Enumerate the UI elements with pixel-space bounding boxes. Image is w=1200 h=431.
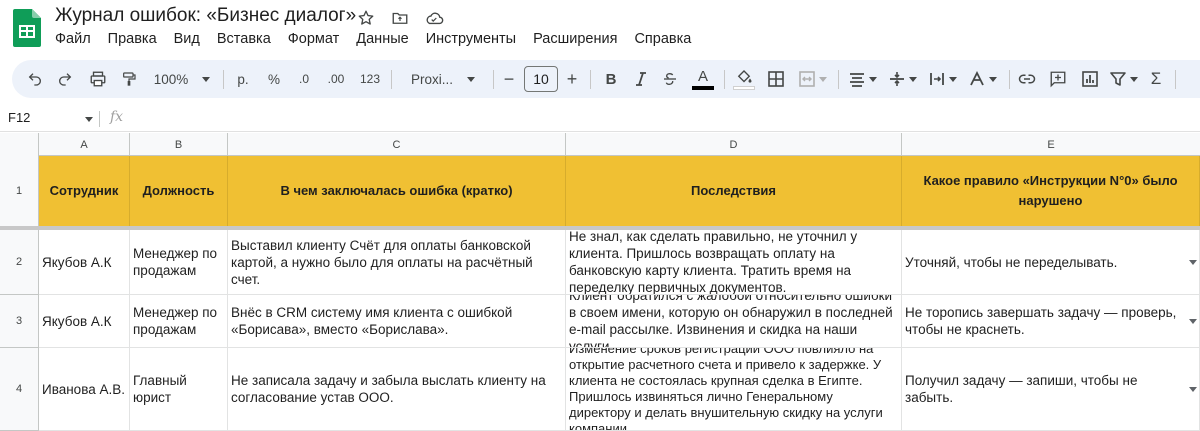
cell-e3[interactable]: Не торопись завершать задачу — проверь, … [902, 295, 1200, 348]
increase-decimal-button[interactable]: .00 [323, 60, 349, 98]
name-box-dropdown-icon[interactable] [85, 117, 93, 122]
menu-format[interactable]: Формат [288, 31, 340, 47]
cell-d4[interactable]: Изменение сроков регистрации ООО повлиял… [566, 348, 902, 431]
fill-color-swatch [733, 85, 755, 90]
fill-color-icon[interactable] [732, 60, 756, 98]
menu-data[interactable]: Данные [356, 31, 408, 47]
insert-chart-icon[interactable] [1078, 60, 1102, 98]
text-color-button[interactable]: A [691, 60, 715, 98]
cell-c2[interactable]: Выставил клиенту Счёт для оплаты банковс… [228, 230, 566, 295]
cell-e4[interactable]: Получил задачу — запиши, чтобы не забыть… [902, 348, 1200, 431]
currency-format-button[interactable]: р. [233, 60, 253, 98]
menu-extensions[interactable]: Расширения [533, 31, 617, 47]
column-header-c[interactable]: C [228, 133, 566, 156]
zoom-select[interactable]: 100% [152, 60, 212, 98]
formula-input[interactable] [132, 109, 1192, 129]
header-cell-rule[interactable]: Какое правило «Инструкции N°0» было нару… [902, 156, 1200, 226]
cell-c4[interactable]: Не записала задачу и забыла выслать клие… [228, 348, 566, 431]
name-box[interactable]: F12 [8, 110, 30, 125]
menu-insert[interactable]: Вставка [217, 31, 271, 47]
text-wrap-icon[interactable] [926, 60, 960, 98]
menu-bar: Файл Правка Вид Вставка Формат Данные Ин… [55, 31, 708, 47]
header-cell-consequences[interactable]: Последствия [566, 156, 902, 226]
number-format-button[interactable]: 123 [357, 60, 383, 98]
sheets-logo-icon[interactable] [13, 9, 41, 47]
row-header-1[interactable]: 1 [0, 156, 39, 226]
filter-icon[interactable] [1109, 60, 1139, 98]
text-rotation-icon[interactable] [966, 60, 1000, 98]
insert-link-icon[interactable] [1015, 60, 1039, 98]
undo-icon[interactable] [24, 60, 46, 98]
dropdown-chevron-icon[interactable] [1189, 319, 1197, 324]
column-header-e[interactable]: E [902, 133, 1200, 156]
cell-a2[interactable]: Якубов А.К [39, 230, 130, 295]
move-to-folder-icon[interactable] [390, 8, 410, 28]
header-cell-employee[interactable]: Сотрудник [39, 156, 130, 226]
cell-d3[interactable]: Клиент обратился с жалобой относительно … [566, 295, 902, 348]
toolbar-divider [590, 70, 591, 89]
column-header-d[interactable]: D [566, 133, 902, 156]
cloud-saved-icon[interactable] [424, 8, 444, 28]
cell-e2[interactable]: Уточняй, чтобы не переделывать. [902, 230, 1200, 295]
text-color-swatch [692, 85, 714, 90]
menu-file[interactable]: Файл [55, 31, 91, 47]
font-size-input[interactable]: 10 [524, 66, 558, 92]
row-header-3[interactable]: 3 [0, 295, 39, 348]
menu-edit[interactable]: Правка [108, 31, 157, 47]
header-cell-error[interactable]: В чем заключалась ошибка (кратко) [228, 156, 566, 226]
cell-b4[interactable]: Главный юрист [130, 348, 228, 431]
toolbar-divider [1175, 70, 1176, 89]
print-icon[interactable] [86, 60, 110, 98]
select-all-corner[interactable] [0, 133, 39, 156]
cell-d2[interactable]: Не знал, как сделать правильно, не уточн… [566, 230, 902, 295]
vertical-align-icon[interactable] [886, 60, 920, 98]
formula-bar: F12 fx [0, 106, 1200, 132]
menu-help[interactable]: Справка [634, 31, 691, 47]
column-header-a[interactable]: A [39, 133, 130, 156]
italic-icon[interactable] [631, 60, 651, 98]
percent-format-button[interactable]: % [265, 60, 283, 98]
cell-a4[interactable]: Иванова А.В. [39, 348, 130, 431]
row-header-2[interactable]: 2 [0, 230, 39, 295]
toolbar-divider [838, 70, 839, 89]
formula-bar-divider [99, 111, 100, 127]
borders-icon[interactable] [764, 60, 788, 98]
strikethrough-icon[interactable] [660, 60, 680, 98]
dropdown-chevron-icon[interactable] [1189, 260, 1197, 265]
toolbar-divider [391, 70, 392, 89]
column-header-b[interactable]: B [130, 133, 228, 156]
fx-icon: fx [110, 109, 124, 125]
font-family-select[interactable]: Proxi... [402, 60, 484, 98]
toolbar-divider [1009, 70, 1010, 89]
horizontal-align-icon[interactable] [846, 60, 880, 98]
header-cell-position[interactable]: Должность [130, 156, 228, 226]
toolbar-divider [493, 70, 494, 89]
row-header-4[interactable]: 4 [0, 348, 39, 431]
cell-b3[interactable]: Менеджер по продажам [130, 295, 228, 348]
title-bar: Журнал ошибок: «Бизнес диалог» Файл Прав… [0, 0, 1200, 58]
decrease-font-size-button[interactable]: − [501, 60, 517, 98]
menu-tools[interactable]: Инструменты [426, 31, 516, 47]
cell-a3[interactable]: Якубов А.К [39, 295, 130, 348]
functions-button[interactable]: Σ [1147, 60, 1165, 98]
paint-format-icon[interactable] [118, 60, 140, 98]
star-icon[interactable] [356, 8, 376, 28]
menu-view[interactable]: Вид [174, 31, 200, 47]
insert-comment-icon[interactable] [1046, 60, 1070, 98]
increase-font-size-button[interactable]: + [564, 60, 580, 98]
toolbar-divider [223, 70, 224, 89]
cell-b2[interactable]: Менеджер по продажам [130, 230, 228, 295]
merge-cells-icon[interactable] [796, 60, 830, 98]
decrease-decimal-button[interactable]: .0 [293, 60, 315, 98]
toolbar: 100% р. % .0 .00 123 Proxi... − 10 + B A [12, 60, 1200, 98]
toolbar-divider [724, 70, 725, 89]
document-title[interactable]: Журнал ошибок: «Бизнес диалог» [55, 5, 356, 27]
cell-c3[interactable]: Внёс в CRM систему имя клиента с ошибкой… [228, 295, 566, 348]
spreadsheet-grid: A B C D E 1 Сотрудник Должность В чем за… [0, 133, 1200, 431]
bold-button[interactable]: B [601, 60, 621, 98]
dropdown-chevron-icon[interactable] [1189, 387, 1197, 392]
redo-icon[interactable] [54, 60, 76, 98]
